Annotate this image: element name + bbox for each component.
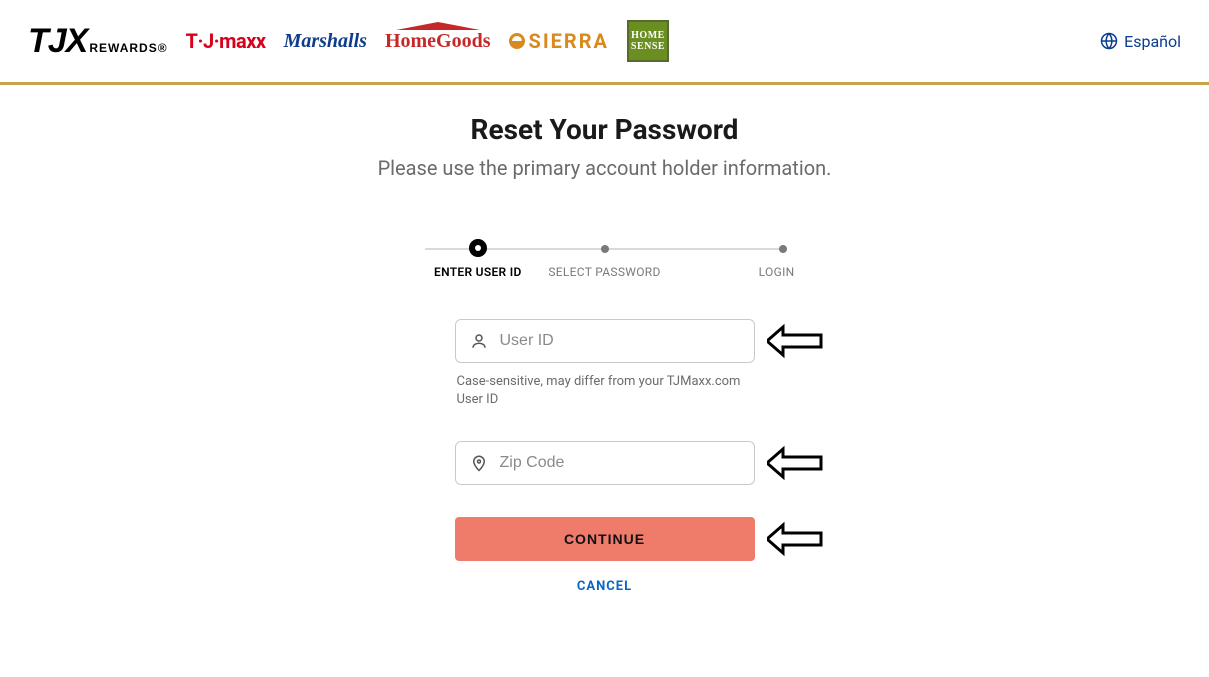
tjx-rewards-text: REWARDS® <box>89 41 167 55</box>
progress-stepper: ENTER USER ID SELECT PASSWORD LOGIN <box>415 240 795 279</box>
arrow-annotation-icon <box>767 521 827 557</box>
sierra-icon <box>509 33 525 49</box>
zip-input[interactable] <box>500 454 740 472</box>
zip-input-wrap[interactable] <box>455 441 755 485</box>
user-id-field-block: Case-sensitive, may differ from your TJM… <box>455 319 755 409</box>
page-subtitle: Please use the primary account holder in… <box>0 156 1209 180</box>
step-login: LOGIN <box>668 240 795 279</box>
tjmaxx-logo: T·J·maxx <box>186 29 266 53</box>
language-label: Español <box>1124 32 1181 51</box>
cancel-link[interactable]: CANCEL <box>455 579 755 594</box>
sierra-text: SIERRA <box>529 29 609 53</box>
globe-icon <box>1100 32 1118 50</box>
user-id-input[interactable] <box>500 332 740 350</box>
homegoods-roof-icon <box>396 22 480 30</box>
main-content: Reset Your Password Please use the prima… <box>0 85 1209 634</box>
person-icon <box>470 332 488 350</box>
zip-field-block <box>455 441 755 485</box>
reset-form: Case-sensitive, may differ from your TJM… <box>455 319 755 594</box>
step-label: LOGIN <box>668 265 795 279</box>
step-dot-active <box>469 239 487 257</box>
tjx-rewards-logo: TJX REWARDS® <box>28 22 168 61</box>
homegoods-logo: HomeGoods <box>385 30 491 53</box>
homesense-logo: HOME SENSE <box>627 20 669 62</box>
continue-button[interactable]: CONTINUE <box>455 517 755 561</box>
arrow-annotation-icon <box>767 323 827 359</box>
step-dot <box>779 245 787 253</box>
step-enter-user-id: ENTER USER ID <box>415 240 542 279</box>
pin-icon <box>470 454 488 472</box>
arrow-annotation-icon <box>767 445 827 481</box>
tjx-logo-text: TJX <box>28 22 87 61</box>
marshalls-logo: Marshalls <box>284 30 367 53</box>
homesense-top: HOME <box>631 30 665 41</box>
header: TJX REWARDS® T·J·maxx Marshalls HomeGood… <box>0 0 1209 82</box>
step-select-password: SELECT PASSWORD <box>541 240 668 279</box>
language-toggle[interactable]: Español <box>1100 32 1181 51</box>
step-dot <box>601 245 609 253</box>
user-id-input-wrap[interactable] <box>455 319 755 363</box>
sierra-logo: SIERRA <box>509 29 609 53</box>
page-title: Reset Your Password <box>0 113 1209 146</box>
step-label: ENTER USER ID <box>415 265 542 279</box>
brand-row: TJX REWARDS® T·J·maxx Marshalls HomeGood… <box>28 20 669 62</box>
homegoods-text: HomeGoods <box>385 30 491 53</box>
step-label: SELECT PASSWORD <box>541 265 668 279</box>
continue-block: CONTINUE <box>455 517 755 561</box>
user-id-hint: Case-sensitive, may differ from your TJM… <box>457 373 753 409</box>
homesense-bottom: SENSE <box>631 41 665 52</box>
